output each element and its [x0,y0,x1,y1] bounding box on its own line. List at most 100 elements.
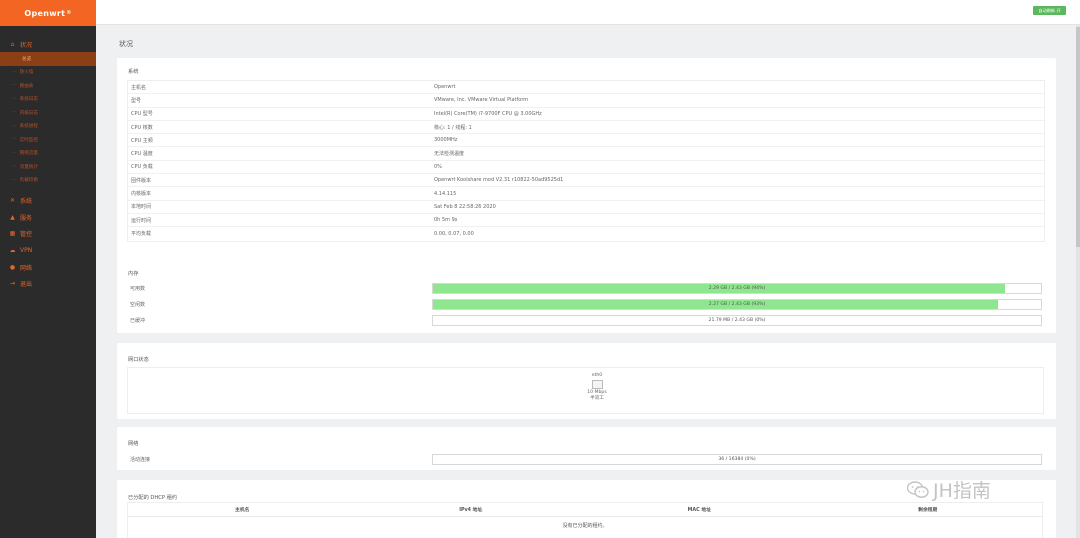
sidebar-item-logout[interactable]: ⇥ 退出 [0,275,96,292]
sidebar-item-system[interactable]: ✕ 系统 [0,192,96,209]
col-ipv4: IPv4 地址 [459,508,483,513]
sidebar-item-label: 系统 [20,197,33,205]
sidebar-item-vpn[interactable]: ☁ VPN [0,242,96,259]
row-value: 无法检测温度 [434,151,465,158]
progress-bar: 2.29 GB / 2.43 GB (94%) [432,282,1042,294]
row-value: 3000MHz [434,137,458,144]
cloud-icon: ☁ [9,246,16,254]
port-status-card: 网口状态 eth0 10 Mbps 半双工 [117,343,1056,419]
sidebar-subitem-label: 总览 [22,56,32,62]
row-key: CPU 主频 [131,137,153,144]
top-header: 自动刷新 开 [96,0,1080,25]
dhcp-header-row: 主机名 IPv4 地址 MAC 地址 剩余租期 [128,503,1042,517]
table-row: CPU 核数 核心: 1 / 线程: 1 [128,121,1044,135]
row-value: 4.14.115 [434,190,457,197]
sidebar-subitem-syslog[interactable]: — 系统日志 [0,93,96,107]
iface-eth0: eth0 10 Mbps 半双工 [578,373,616,402]
sidebar-subitem-realtime[interactable]: — 实时监控 [0,133,96,147]
col-hostname: 主机名 [235,508,250,513]
sidebar-subitem-label: 网络流量 [19,151,38,157]
globe-icon: ● [9,263,16,271]
progress-bar: 36 / 16384 (0%) [432,453,1042,465]
sidebar-item-label: 网络 [20,264,33,272]
row-value: 核心: 1 / 线程: 1 [434,124,472,131]
sidebar-subitem-label: 实时监控 [19,137,38,143]
row-key: 内核版本 [131,191,152,198]
sidebar-subitem-label: 系统进程 [19,124,38,130]
row-key: 运行时间 [131,217,152,224]
memory-row-free: 空闲数 2.27 GB / 2.43 GB (93%) [127,297,1045,311]
sidebar-subitem-traffic[interactable]: — 网络流量 [0,147,96,161]
table-row: CPU 型号 Intel(R) Core(TM) i7-9700F CPU @ 3… [128,108,1044,121]
ethernet-port-icon [591,380,603,389]
system-title: 系统 [128,69,139,75]
system-card: 系统 主机名 Openwrt 型号 VMware, Inc. VMware Virt… [117,58,1056,275]
row-key: CPU 核数 [131,124,153,131]
system-table: 主机名 Openwrt 型号 VMware, Inc. VMware Virtual… [127,80,1045,242]
dash-icon: — [12,69,17,75]
row-key: 活动连接 [130,456,151,463]
sidebar-subitem-label: 内核日志 [19,110,38,116]
status-submenu: 总览 — 防火墙 — 路由表 — 系统日志 — 内核日志 — 系统进程 — 实时监控 — 网络… [0,52,96,187]
row-value: Intel(R) Core(TM) i7-9700F CPU @ 3.00GHz [434,110,542,117]
row-value: 0.00, 0.07, 0.00 [434,230,474,237]
memory-card: 内存 可用数 2.29 GB / 2.43 GB (94%) 空闲数 2.27 … [117,261,1056,333]
dash-icon: — [12,96,17,102]
iface-duplex: 半双工 [590,396,604,401]
sidebar-item-network[interactable]: ● 网络 [0,259,96,276]
dash-icon: — [12,123,17,129]
sidebar-item-status[interactable]: ⌂ 状况 [0,37,96,51]
port-status-box: eth0 10 Mbps 半双工 [127,367,1044,414]
table-row: 固件版本 Openwrt Koolshare mod V2.31 r10822-5… [128,174,1044,188]
table-row: 本地时间 Sat Feb 8 22:58:26 2020 [128,201,1044,214]
progress-bar: 21.79 MB / 2.43 GB (0%) [432,314,1042,326]
row-key: CPU 型号 [131,111,153,118]
sidebar-subitem-traffic-stats[interactable]: — 流量统计 [0,160,96,174]
dash-icon: — [12,177,17,183]
page-title: 状况 [119,40,133,48]
auto-refresh-button[interactable]: 自动刷新 开 [1033,6,1066,15]
dash-icon: — [12,83,17,89]
dash-icon: — [12,164,17,170]
table-row: 平均负载 0.00, 0.07, 0.00 [128,227,1044,240]
sidebar-subitem-routes[interactable]: — 路由表 [0,79,96,93]
row-key: 空闲数 [130,301,146,308]
progress-text: 2.29 GB / 2.43 GB (94%) [708,285,766,291]
sidebar-item-control[interactable]: ▦ 管控 [0,225,96,242]
row-key: 已缓冲 [130,317,146,324]
scrollbar-thumb[interactable] [1076,27,1080,247]
sidebar-subitem-label: 路由表 [19,83,34,89]
logout-icon: ⇥ [9,280,16,288]
network-row-connections: 活动连接 36 / 16384 (0%) [127,452,1045,466]
row-key: 固件版本 [131,177,152,184]
sidebar-subitem-overview[interactable]: 总览 [0,52,96,66]
sidebar-subitem-processes[interactable]: — 系统进程 [0,120,96,134]
sidebar-subitem-label: 系统日志 [19,97,38,103]
row-value: Openwrt Koolshare mod V2.31 r10822-50ad9… [434,177,564,184]
row-key: 本地时间 [131,204,152,211]
brand-logo[interactable]: Openwrt ® [0,0,96,26]
sidebar-subitem-firewall[interactable]: — 防火墙 [0,66,96,80]
port-status-title: 网口状态 [128,357,149,363]
row-key: 可用数 [130,285,146,292]
table-row: 主机名 Openwrt [128,81,1044,95]
sidebar: Openwrt ® ⌂ 状况 总览 — 防火墙 — 路由表 — 系统日志 — 内核日志 —… [0,0,96,538]
sidebar-top-menus: ✕ 系统 ▲ 服务 ▦ 管控 ☁ VPN ● 网络 ⇥ 退出 [0,192,96,292]
row-value: 0h 5m 9s [434,217,458,224]
sidebar-subitem-label: 负载均衡 [19,178,38,184]
table-row: CPU 主频 3000MHz [128,134,1044,148]
dhcp-table: 主机名 IPv4 地址 MAC 地址 剩余租期 没有已分配的租约。 [127,502,1043,538]
dhcp-empty-message: 没有已分配的租约。 [562,522,608,529]
row-value: Openwrt [434,84,456,91]
sidebar-subitem-kernel-log[interactable]: — 内核日志 [0,106,96,120]
sidebar-subitem-label: 流量统计 [19,164,38,170]
home-icon: ⌂ [10,40,15,48]
sidebar-item-label: VPN [20,246,33,254]
row-value: Sat Feb 8 22:58:26 2020 [434,203,496,210]
sidebar-subitem-label: 防火墙 [19,70,34,76]
watermark-text: JH指南 [933,480,991,502]
grid-icon: ▦ [9,230,16,238]
sidebar-subitem-load-balance[interactable]: — 负载均衡 [0,174,96,188]
row-value: 0% [434,163,442,170]
sidebar-item-services[interactable]: ▲ 服务 [0,209,96,226]
